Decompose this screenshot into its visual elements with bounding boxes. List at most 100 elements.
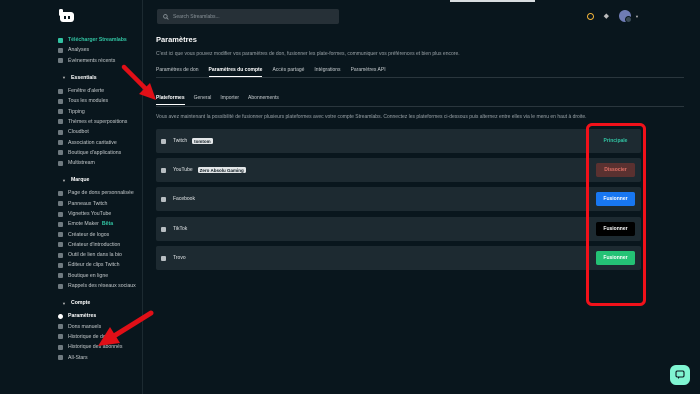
sidebar-section-essentials[interactable]: ▼ Essentials <box>0 70 142 86</box>
platform-name: Trovo <box>173 255 186 261</box>
sidebar-item-createur-d-introduction[interactable]: Créateur d'introduction <box>0 240 142 250</box>
download-icon <box>58 37 63 43</box>
sidebar-item-historique-des-abonnes[interactable]: Historique des abonnés <box>0 342 142 352</box>
top-highlight <box>450 0 535 2</box>
main-content: Paramètres C'est ici que vous pouvez mod… <box>143 33 700 394</box>
platform-row-tiktok: TikTok <box>156 217 641 241</box>
help-chat-button[interactable] <box>670 365 690 385</box>
tab-parametres-du-compte[interactable]: Paramètres du compte <box>208 67 263 77</box>
multistream-icon <box>58 160 63 166</box>
sidebar-item-multistream[interactable]: Multistream <box>0 158 142 168</box>
sidebar-item-parametres[interactable]: Paramètres <box>0 311 142 321</box>
sidebar-item-label: Boutique en ligne <box>68 272 109 279</box>
sidebar-item-label: Page de dons personnalisée <box>68 190 134 197</box>
tiktok-icon <box>161 226 166 232</box>
chevron-down-icon: ▼ <box>62 75 66 81</box>
coin-icon[interactable] <box>586 12 594 20</box>
sidebar-item-label: Tous les modules <box>68 98 109 105</box>
sidebar-item-association-caritative[interactable]: Association caritative <box>0 137 142 147</box>
tab-parametres-de-don[interactable]: Paramètres de don <box>156 67 199 77</box>
subtab-abonnements[interactable]: Abonnements <box>248 95 279 105</box>
logo-maker-icon <box>58 232 63 238</box>
tab-acces-partage[interactable]: Accès partagé <box>272 67 304 77</box>
sidebar-item-outil-de-lien-dans-la-bio[interactable]: Outil de lien dans la bio <box>0 250 142 260</box>
sidebar-item-boutique-en-ligne[interactable]: Boutique en ligne <box>0 271 142 281</box>
emote-icon <box>58 221 63 227</box>
sidebar-item-createur-de-logos[interactable]: Créateur de logos <box>0 229 142 239</box>
tab-parametres-api[interactable]: Paramètres API <box>351 67 386 77</box>
sidebar-item-rappels-des-reseaux-sociaux[interactable]: Rappels des réseaux sociaux <box>0 281 142 291</box>
sidebar-item-tipping[interactable]: Tipping <box>0 106 142 116</box>
sidebar-item-telecharger-streamlabs[interactable]: Télécharger Streamlabs <box>0 35 142 45</box>
sidebar-section-title: Compte <box>70 300 91 307</box>
search-placeholder: Search Streamlabs... <box>173 13 220 20</box>
beta-badge: Bêta <box>101 221 114 228</box>
topbar-actions: ◆ ▼ <box>586 10 639 23</box>
sidebar-item-page-de-dons-personnalisee[interactable]: Page de dons personnalisée <box>0 188 142 198</box>
sidebar-section-title: Essentials <box>70 74 97 81</box>
sidebar-item-label: Association caritative <box>68 139 117 146</box>
sidebar-item-boutique-d-applications[interactable]: Boutique d'applications <box>0 148 142 158</box>
sidebar-item-themes-et-superpositions[interactable]: Thèmes et superpositions <box>0 117 142 127</box>
sidebar-item-evenements-recents[interactable]: Événements récents <box>0 56 142 66</box>
avatar[interactable] <box>619 10 633 23</box>
platform-account-tag: tomtom <box>192 138 213 144</box>
page-title: Paramètres <box>156 35 197 44</box>
page-description: C'est ici que vous pouvez modifier vos p… <box>156 51 460 57</box>
platform-name: YouTube <box>173 167 193 173</box>
sidebar-item-editeur-de-clips-twitch[interactable]: Éditeur de clips Twitch <box>0 260 142 270</box>
sidebar-item-cloudbot[interactable]: Cloudbot <box>0 127 142 137</box>
clip-icon <box>58 262 63 268</box>
sidebar-item-label: Événements récents <box>68 57 116 64</box>
sidebar-item-label: Dons manuels <box>68 323 102 330</box>
sidebar-item-label: Créateur d'introduction <box>68 241 121 248</box>
search-icon <box>163 13 169 20</box>
sidebar-item-label: Boutique d'applications <box>68 149 122 156</box>
subtab-importer[interactable]: Importer <box>220 95 239 105</box>
sidebar-item-all-stars[interactable]: All-Stars <box>0 352 142 362</box>
sidebar-item-label: Multistream <box>68 160 95 167</box>
sidebar-item-fenetre-d-alerte[interactable]: Fenêtre d'alerte <box>0 86 142 96</box>
subscribers-icon <box>58 344 63 350</box>
platform-name: Twitch <box>173 138 188 144</box>
subtab-plateformes[interactable]: Plateformes <box>156 95 185 105</box>
sidebar-item-historique-de-dons[interactable]: Historique de dons <box>0 332 142 342</box>
tab-integrations[interactable]: Intégrations <box>314 67 340 77</box>
alert-box-icon <box>58 88 63 94</box>
topbar: Search Streamlabs... ◆ ▼ <box>143 0 700 33</box>
sidebar-item-analyses[interactable]: Analyses <box>0 45 142 55</box>
list-icon <box>58 58 63 64</box>
sidebar-item-panneaux-twitch[interactable]: Panneaux Twitch <box>0 199 142 209</box>
sidebar-item-tous-les-modules[interactable]: Tous les modules <box>0 96 142 106</box>
sidebar-item-label: Tipping <box>68 108 85 115</box>
sidebar-section-marque[interactable]: ▼ Marque <box>0 172 142 188</box>
panel-icon <box>58 201 63 207</box>
star-icon <box>58 355 63 361</box>
themes-icon <box>58 119 63 125</box>
gear-icon <box>58 313 63 319</box>
shop-icon <box>58 273 63 279</box>
chevron-down-icon[interactable]: ▼ <box>635 14 639 19</box>
sidebar-section-compte[interactable]: ▼ Compte <box>0 295 142 311</box>
platform-account-tag: Zero Absolu Gaming <box>197 167 246 173</box>
platform-row-twitch: Twitch tomtom <box>156 129 641 153</box>
bell-icon[interactable]: ◆ <box>604 13 609 20</box>
platform-row-facebook: Facebook <box>156 187 641 211</box>
account-subtabs: Plateformes General Importer Abonnements <box>156 95 279 105</box>
sidebar-item-vignettes-youtube[interactable]: Vignettes YouTube <box>0 209 142 219</box>
bot-icon <box>58 129 63 135</box>
sidebar-item-dons-manuels[interactable]: Dons manuels <box>0 322 142 332</box>
sidebar-item-emote-maker[interactable]: Emote Maker Bêta <box>0 219 142 229</box>
thumbnail-icon <box>58 211 63 217</box>
subtab-general[interactable]: General <box>194 95 212 105</box>
sidebar-item-label: Éditeur de clips Twitch <box>68 262 120 269</box>
manual-donation-icon <box>58 324 63 330</box>
platform-name: Facebook <box>173 196 195 202</box>
youtube-icon <box>161 167 166 173</box>
sidebar-item-label: Thèmes et superpositions <box>68 118 128 125</box>
streamlabs-logo-icon[interactable] <box>59 9 75 23</box>
chat-icon <box>675 370 685 379</box>
search-input[interactable]: Search Streamlabs... <box>157 9 339 24</box>
intro-icon <box>58 242 63 248</box>
twitch-icon <box>161 138 166 144</box>
